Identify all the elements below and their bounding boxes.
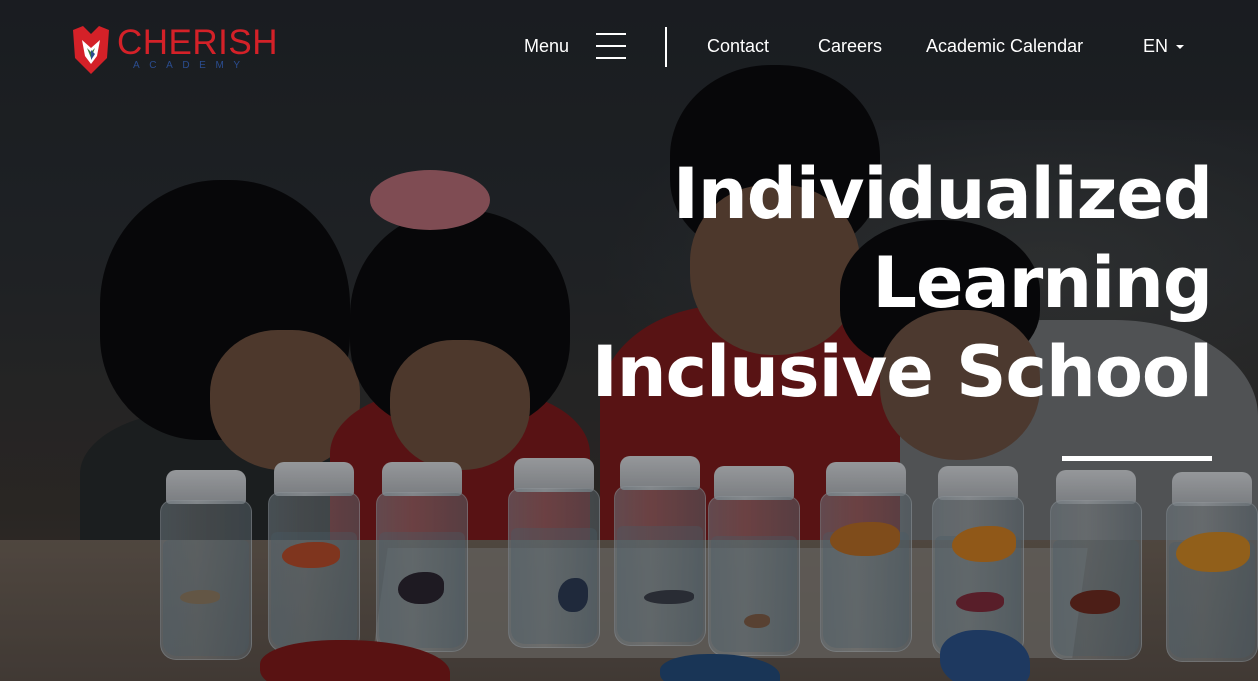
language-selector[interactable]: EN <box>1143 36 1168 57</box>
headline-accent-line <box>1062 456 1212 461</box>
headline-line: Learning <box>872 242 1213 324</box>
hero-headline: Individualized Learning Inclusive School <box>591 150 1213 417</box>
nav-link-contact[interactable]: Contact <box>707 36 769 57</box>
caret-down-icon[interactable] <box>1176 45 1184 49</box>
nav-links: Contact Careers Academic Calendar EN <box>0 26 1258 66</box>
headline-line: Inclusive School <box>591 331 1213 413</box>
headline-line: Individualized <box>672 153 1213 235</box>
nav-link-academic-calendar[interactable]: Academic Calendar <box>926 36 1083 57</box>
nav-link-careers[interactable]: Careers <box>818 36 882 57</box>
